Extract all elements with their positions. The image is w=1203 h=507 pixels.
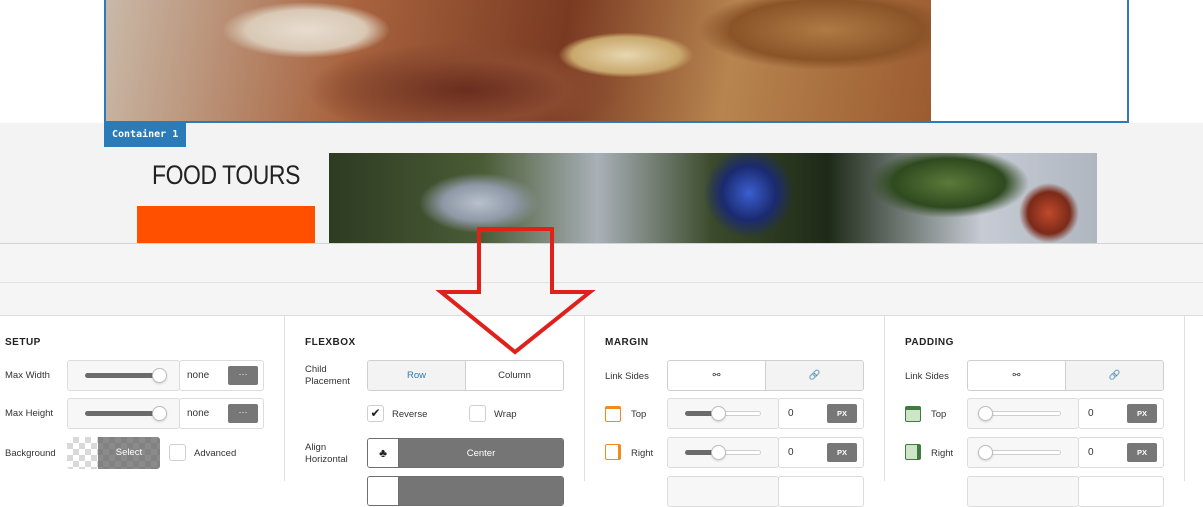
margin-right-value-box[interactable]: 0 PX (778, 437, 864, 468)
wrap-label: Wrap (494, 409, 517, 420)
editor-toolbar (0, 243, 1203, 283)
margin-right-icon (605, 444, 621, 460)
flexbox-title: FLEXBOX (305, 337, 356, 348)
max-width-slider-knob[interactable] (152, 368, 167, 383)
align-horizontal-label: Align Horizontal (305, 442, 348, 465)
unlink-icon[interactable]: ⚯ (668, 361, 765, 390)
padding-link-sides-label: Link Sides (905, 371, 949, 382)
max-height-slider-track (85, 411, 157, 416)
margin-right-label: Right (631, 448, 654, 459)
padding-section: PADDING Link Sides ⚯ 🔗 Top 0 PX Right 0 … (885, 316, 1185, 507)
row-option[interactable]: Row (368, 361, 465, 390)
checkmark-icon: ✔ (370, 406, 381, 420)
max-height-value: none (187, 408, 210, 419)
margin-right-value: 0 (788, 447, 794, 458)
food-tours-heading[interactable]: FOOD TOURS (150, 160, 301, 191)
align-horizontal-value[interactable]: Center (399, 439, 563, 467)
setup-title: SETUP (5, 337, 41, 348)
max-height-value-box[interactable]: none ··· (179, 398, 264, 429)
padding-top-unit-button[interactable]: PX (1127, 404, 1157, 423)
padding-top-slider-track (985, 411, 1061, 416)
advanced-checkbox[interactable] (169, 444, 186, 461)
max-width-value-box[interactable]: none ··· (179, 360, 264, 391)
padding-right-slider[interactable] (967, 437, 1079, 468)
margin-top-label: Top (631, 409, 647, 420)
link-icon[interactable]: 🔗 (765, 361, 863, 390)
align-center-icon: ♣ (368, 439, 399, 467)
padding-right-value: 0 (1088, 447, 1094, 458)
margin-section: MARGIN Link Sides ⚯ 🔗 Top 0 PX Right 0 P… (585, 316, 885, 507)
max-height-slider[interactable] (67, 398, 180, 429)
align-horizontal-control[interactable]: ♣ Center (367, 438, 564, 468)
child-placement-toggle[interactable]: Row Column (367, 360, 564, 391)
margin-top-slider[interactable] (667, 398, 779, 429)
advanced-label: Advanced (194, 448, 237, 459)
column-option[interactable]: Column (465, 361, 563, 390)
margin-top-unit-button[interactable]: PX (827, 404, 857, 423)
margin-title: MARGIN (605, 337, 649, 348)
max-height-slider-knob[interactable] (152, 406, 167, 421)
padding-top-slider-knob[interactable] (978, 406, 993, 421)
margin-top-value: 0 (788, 408, 794, 419)
link-icon[interactable]: 🔗 (1065, 361, 1163, 390)
max-width-label: Max Width (5, 370, 50, 381)
padding-top-value-box[interactable]: 0 PX (1078, 398, 1164, 429)
max-width-value: none (187, 370, 210, 381)
background-select-button[interactable]: Select (98, 437, 160, 469)
align-vertical-value[interactable] (399, 477, 563, 505)
max-height-more-button[interactable]: ··· (228, 404, 258, 423)
margin-link-sides-toggle[interactable]: ⚯ 🔗 (667, 360, 864, 391)
padding-top-icon (905, 406, 921, 422)
wrap-checkbox[interactable] (469, 405, 486, 422)
margin-right-slider-knob[interactable] (711, 445, 726, 460)
padding-right-slider-knob[interactable] (978, 445, 993, 460)
margin-link-sides-label: Link Sides (605, 371, 649, 382)
child-placement-label: Child Placement (305, 364, 350, 387)
padding-right-value-box[interactable]: 0 PX (1078, 437, 1164, 468)
editor-subtoolbar (0, 283, 1203, 316)
margin-right-unit-button[interactable]: PX (827, 443, 857, 462)
padding-right-icon (905, 444, 921, 460)
margin-top-icon (605, 406, 621, 422)
padding-link-sides-toggle[interactable]: ⚯ 🔗 (967, 360, 1164, 391)
max-width-more-button[interactable]: ··· (228, 366, 258, 385)
margin-right-slider[interactable] (667, 437, 779, 468)
padding-right-label: Right (931, 448, 954, 459)
padding-right-unit-button[interactable]: PX (1127, 443, 1157, 462)
reverse-label: Reverse (392, 409, 428, 420)
setup-section: SETUP Max Width none ··· Max Height none… (0, 316, 285, 481)
orange-button-block[interactable] (137, 206, 315, 243)
flexbox-section: FLEXBOX Child Placement Row Column ✔ Rev… (285, 316, 585, 506)
reverse-checkbox[interactable]: ✔ (367, 405, 384, 422)
unlink-icon[interactable]: ⚯ (968, 361, 1065, 390)
padding-top-value: 0 (1088, 408, 1094, 419)
max-width-slider-track (85, 373, 157, 378)
margin-top-value-box[interactable]: 0 PX (778, 398, 864, 429)
margin-top-slider-knob[interactable] (711, 406, 726, 421)
padding-top-slider[interactable] (967, 398, 1079, 429)
tree-lights-photo[interactable] (329, 153, 1097, 243)
padding-top-label: Top (931, 409, 947, 420)
max-height-label: Max Height (5, 408, 54, 419)
container-label[interactable]: Container 1 (104, 123, 186, 147)
padding-title: PADDING (905, 337, 954, 348)
background-label: Background (5, 448, 56, 459)
max-width-slider[interactable] (67, 360, 180, 391)
align-vertical-icon (368, 477, 399, 505)
background-picker[interactable]: Select (67, 437, 160, 469)
padding-right-slider-track (985, 450, 1061, 455)
container-outline[interactable] (104, 0, 1129, 123)
